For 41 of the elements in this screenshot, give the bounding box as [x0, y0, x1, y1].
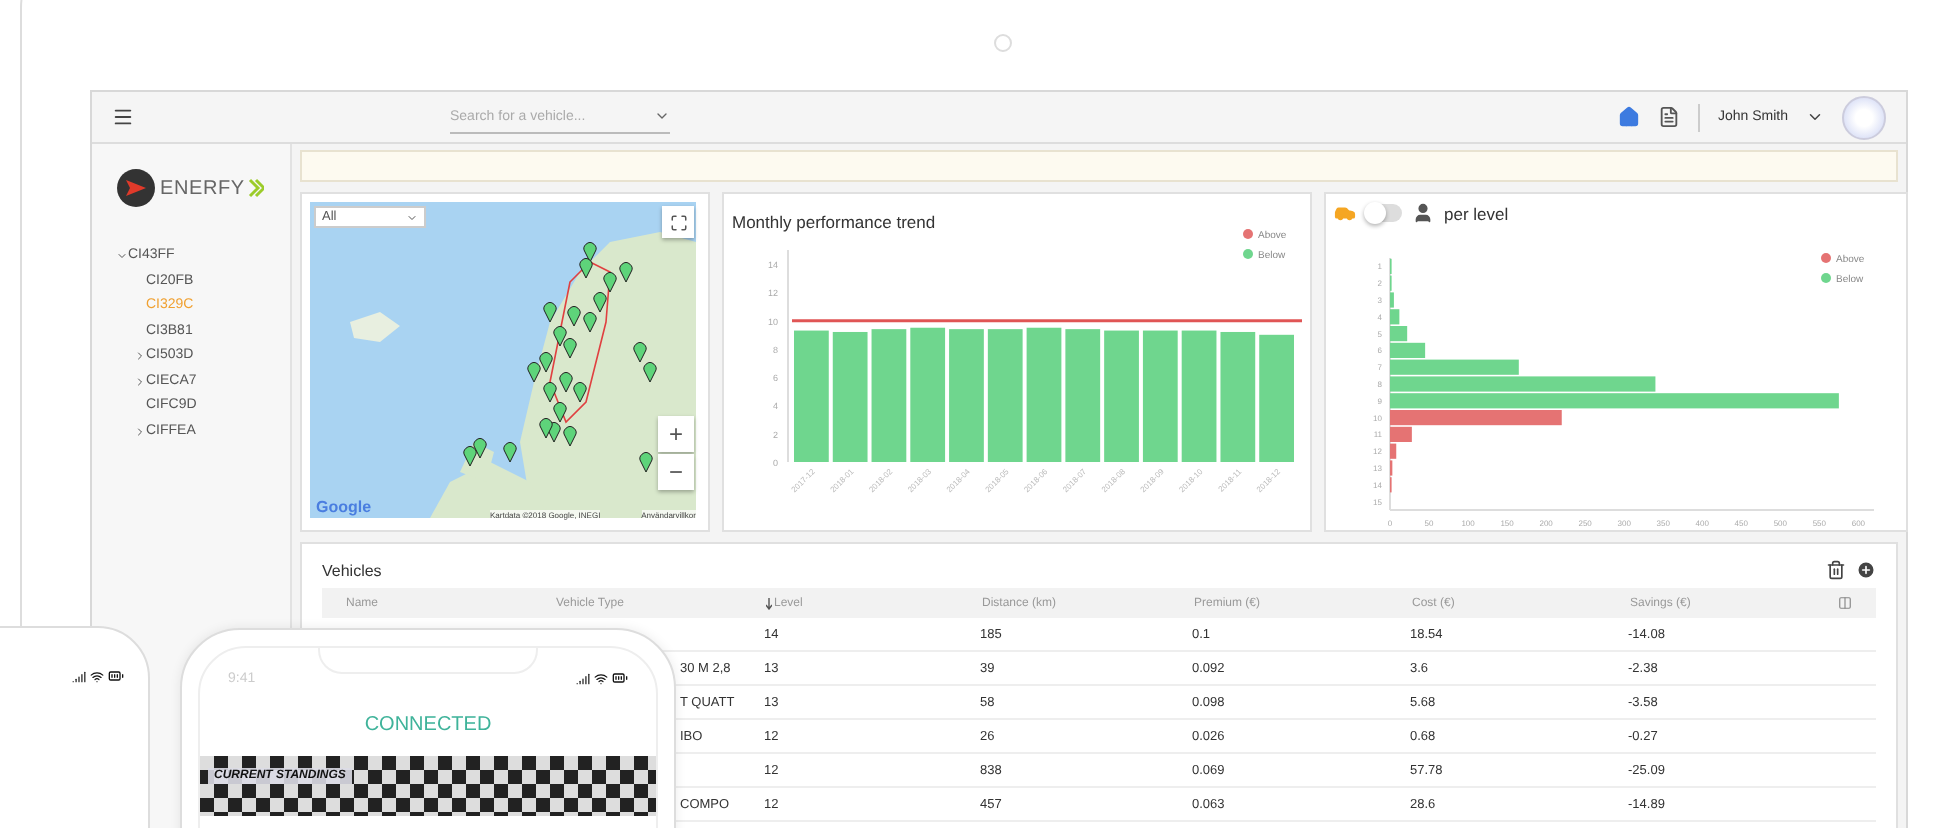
card-title: Vehicles [322, 561, 382, 579]
zoom-in-button[interactable]: + [658, 416, 694, 452]
sort-arrow-icon [766, 597, 772, 609]
document-icon[interactable] [1657, 106, 1680, 128]
chevron-right-icon[interactable] [134, 425, 146, 438]
bar [987, 329, 1023, 462]
home-icon[interactable] [1617, 106, 1640, 128]
bar [1259, 334, 1294, 462]
bar [794, 330, 829, 462]
status-icons [72, 668, 124, 684]
bar [1220, 331, 1256, 462]
person-icon [1412, 202, 1434, 224]
bar [1026, 327, 1062, 462]
zoom-out-button[interactable]: − [658, 454, 694, 490]
menu-icon[interactable] [112, 106, 134, 128]
chevron-icon [248, 178, 265, 198]
bar [910, 327, 946, 462]
card-title: Monthly performance trend [732, 212, 936, 232]
bar [949, 329, 984, 462]
columns-icon[interactable] [1838, 596, 1852, 610]
logo-text: Google [316, 498, 372, 516]
logo-icon [116, 168, 156, 208]
caret-icon [654, 108, 670, 124]
card-title: per level [1444, 203, 1509, 223]
bar [832, 331, 868, 462]
logo-text: ENERFY [160, 177, 245, 199]
toggle-switch[interactable] [1366, 204, 1402, 222]
caret-icon [406, 211, 418, 223]
add-icon[interactable] [1856, 560, 1876, 580]
bar [1104, 330, 1139, 462]
fullscreen-icon[interactable] [662, 206, 694, 238]
car-icon [1334, 202, 1356, 224]
connection-status: CONNECTED [364, 714, 492, 736]
bar [871, 329, 907, 462]
bar [1181, 330, 1217, 462]
bar [1065, 329, 1101, 462]
camera-icon [994, 34, 1012, 52]
chevron-down-icon[interactable] [1806, 108, 1824, 126]
bar [1142, 330, 1178, 462]
trash-icon[interactable] [1826, 560, 1846, 580]
status-icons [576, 670, 628, 686]
